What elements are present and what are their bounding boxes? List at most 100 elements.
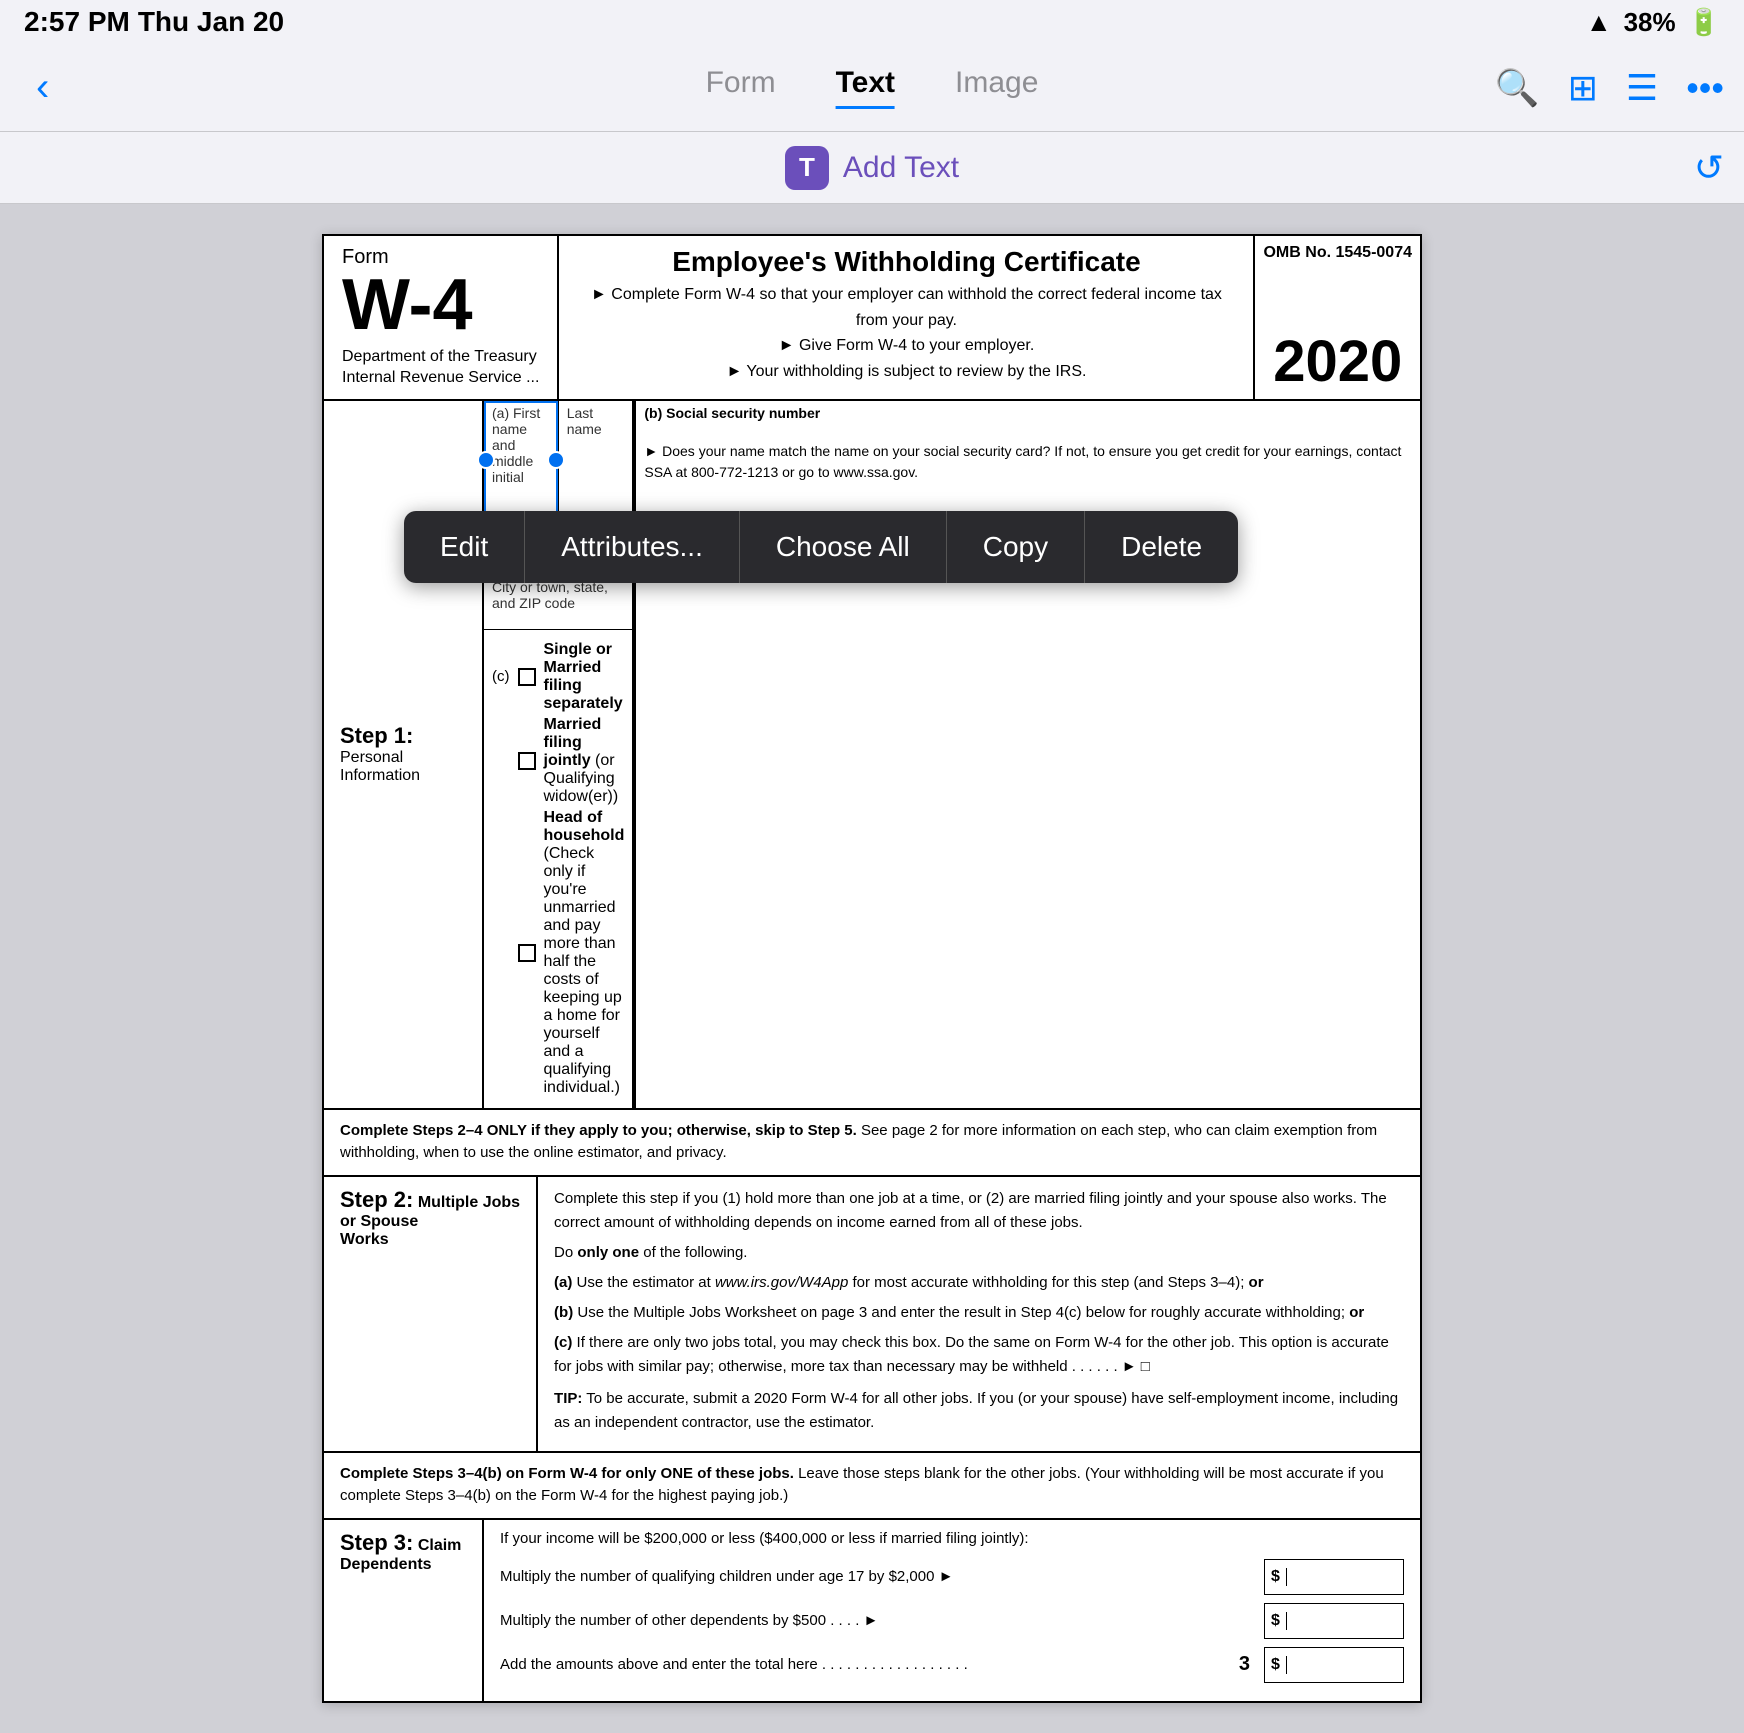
calc-text-1: Multiply the number of qualifying childr… (500, 1568, 1256, 1585)
dollar-sign-3: $ (1265, 1656, 1287, 1674)
step1-fields: (a) First name and middle initial Last n… (484, 401, 634, 1108)
last-name-cell: Last name (559, 401, 633, 519)
dollar-sign-2: $ (1265, 1612, 1287, 1630)
last-name-label: Last name (567, 405, 625, 437)
step1-label: Step 1: PersonalInformation (324, 401, 484, 1108)
list-icon[interactable]: ☰ (1626, 67, 1658, 109)
filing-single-label: Single or Married filing separately (544, 641, 625, 713)
step2-content: Complete this step if you (1) hold more … (538, 1177, 1420, 1451)
filing-head-label: Head of household (Check only if you're … (544, 809, 625, 1097)
w4-logo: Form W-4 Department of the TreasuryInter… (324, 236, 559, 399)
menu-attributes[interactable]: Attributes... (525, 511, 740, 583)
wifi-icon: ▲ (1586, 7, 1612, 38)
filing-option-head: (c) Head of household (Check only if you… (492, 809, 624, 1097)
calc-input-3[interactable]: $ (1264, 1647, 1404, 1683)
battery-icon: 🔋 (1688, 7, 1720, 38)
calc-text-3: Add the amounts above and enter the tota… (500, 1656, 1231, 1673)
menu-edit[interactable]: Edit (404, 511, 525, 583)
step3-income-notice: If your income will be $200,000 or less … (500, 1530, 1404, 1547)
toolbar-right: 🔍 ⊞ ☰ ••• (1495, 67, 1724, 109)
menu-copy[interactable]: Copy (947, 511, 1085, 583)
step3-content: If your income will be $200,000 or less … (484, 1520, 1420, 1701)
last-name-value (567, 437, 625, 467)
dollar-sign-1: $ (1265, 1568, 1287, 1586)
tip-box: TIP: To be accurate, submit a 2020 Form … (554, 1387, 1404, 1435)
document-page: Form W-4 Department of the TreasuryInter… (322, 234, 1422, 1703)
status-bar: 2:57 PM Thu Jan 20 ▲ 38% 🔋 (0, 0, 1744, 44)
ssn-rights-text: ► Does your name match the name on your … (644, 441, 1412, 483)
filing-status: (c) Single or Married filing separately … (484, 630, 632, 1108)
filing-option-single: (c) Single or Married filing separately (492, 641, 624, 713)
checkbox-single[interactable] (518, 668, 536, 686)
toolbar-tabs: Form Text Image (706, 66, 1039, 109)
document-area: Form W-4 Department of the TreasuryInter… (0, 204, 1744, 1733)
tab-text[interactable]: Text (836, 66, 895, 109)
dept-label: Department of the TreasuryInternal Reven… (342, 347, 539, 389)
calc-input-1[interactable]: $ (1264, 1559, 1404, 1595)
instruction-1: ► Complete Form W-4 so that your employe… (579, 282, 1233, 333)
date-display: Thu Jan 20 (138, 6, 284, 38)
filing-married-label: Married filing jointly (or Qualifying wi… (544, 716, 625, 806)
first-name-cell: (a) First name and middle initial (484, 401, 559, 519)
calc-row-1: Multiply the number of qualifying childr… (500, 1559, 1404, 1595)
notice-row: Complete Steps 2–4 ONLY if they apply to… (322, 1110, 1422, 1177)
name-row: (a) First name and middle initial Last n… (484, 401, 632, 520)
back-button[interactable]: ‹ (20, 57, 65, 118)
step3-num: Step 3: (340, 1530, 413, 1555)
step2-para5: (c) If there are only two jobs total, yo… (554, 1331, 1404, 1379)
step1-num: Step 1: (340, 723, 466, 749)
menu-choose-all[interactable]: Choose All (740, 511, 947, 583)
calc-input-2[interactable]: $ (1264, 1603, 1404, 1639)
city-label: City or town, state, and ZIP code (492, 579, 624, 611)
step3-section: Step 3: ClaimDependents If your income w… (322, 1520, 1422, 1703)
form-title: Employee's Withholding Certificate (579, 246, 1233, 278)
step2-num: Step 2: (340, 1187, 413, 1212)
w4-header: Form W-4 Department of the TreasuryInter… (322, 234, 1422, 401)
calc-number-3: 3 (1239, 1653, 1250, 1676)
tab-comment[interactable]: Form (706, 66, 776, 109)
w4-instructions: ► Complete Form W-4 so that your employe… (579, 282, 1233, 384)
tab-image[interactable]: Image (955, 66, 1038, 109)
notice-text: Complete Steps 2–4 ONLY if they apply to… (340, 1122, 1377, 1162)
step2-para2: Do only one of the following. (554, 1241, 1404, 1265)
w4-title-area: Employee's Withholding Certificate ► Com… (559, 236, 1255, 399)
checkbox-married[interactable] (518, 752, 536, 770)
tip-text: TIP: To be accurate, submit a 2020 Form … (554, 1387, 1404, 1435)
step2-para4: (b) Use the Multiple Jobs Worksheet on p… (554, 1301, 1404, 1325)
form-name: W-4 (342, 269, 539, 341)
ssn-box: (b) Social security number ► Does your n… (634, 401, 1420, 1108)
omb-number: OMB No. 1545-0074 (1263, 244, 1412, 262)
w4-year-box: OMB No. 1545-0074 2020 (1255, 236, 1420, 399)
menu-delete[interactable]: Delete (1085, 511, 1238, 583)
year-display: 2020 (1273, 333, 1402, 391)
step2-label: Step 2: Multiple Jobsor SpouseWorks (324, 1177, 538, 1451)
search-icon[interactable]: 🔍 (1495, 67, 1540, 109)
step3-notice: Complete Steps 3–4(b) on Form W-4 for on… (322, 1453, 1422, 1520)
calc-row-3: Add the amounts above and enter the tota… (500, 1647, 1404, 1683)
instruction-2: ► Give Form W-4 to your employer. (579, 333, 1233, 359)
add-text-icon: T (785, 146, 829, 190)
checkbox-head[interactable] (518, 944, 536, 962)
more-icon[interactable]: ••• (1686, 67, 1724, 109)
step1-title: PersonalInformation (340, 749, 466, 785)
step2-para3: (a) Use the estimator at www.irs.gov/W4A… (554, 1271, 1404, 1295)
calc-text-2: Multiply the number of other dependents … (500, 1612, 1256, 1629)
first-name-label: (a) First name and middle initial (492, 405, 550, 485)
grid-icon[interactable]: ⊞ (1568, 67, 1598, 109)
step2-para1: Complete this step if you (1) hold more … (554, 1187, 1404, 1235)
filing-option-married: (c) Married filing jointly (or Qualifyin… (492, 716, 624, 806)
filing-label-c: (c) (492, 668, 510, 685)
instruction-3: ► Your withholding is subject to review … (579, 359, 1233, 385)
context-menu: Edit Attributes... Choose All Copy Delet… (404, 511, 1238, 583)
add-text-label[interactable]: Add Text (843, 151, 959, 185)
step2-section: Step 2: Multiple Jobsor SpouseWorks Comp… (322, 1177, 1422, 1453)
city-row: City or town, state, and ZIP code (484, 575, 632, 630)
time-display: 2:57 PM (24, 6, 130, 38)
ssn-label: (b) Social security number (644, 405, 1412, 421)
add-text-bar: T Add Text ↺ (0, 132, 1744, 204)
step3-notice-bold: Complete Steps 3–4(b) on Form W-4 for on… (340, 1465, 794, 1482)
step1-section: Step 1: PersonalInformation (a) First na… (322, 401, 1422, 1110)
toolbar: ‹ Form Text Image 🔍 ⊞ ☰ ••• (0, 44, 1744, 132)
undo-button[interactable]: ↺ (1694, 147, 1724, 189)
step3-label: Step 3: ClaimDependents (324, 1520, 484, 1701)
